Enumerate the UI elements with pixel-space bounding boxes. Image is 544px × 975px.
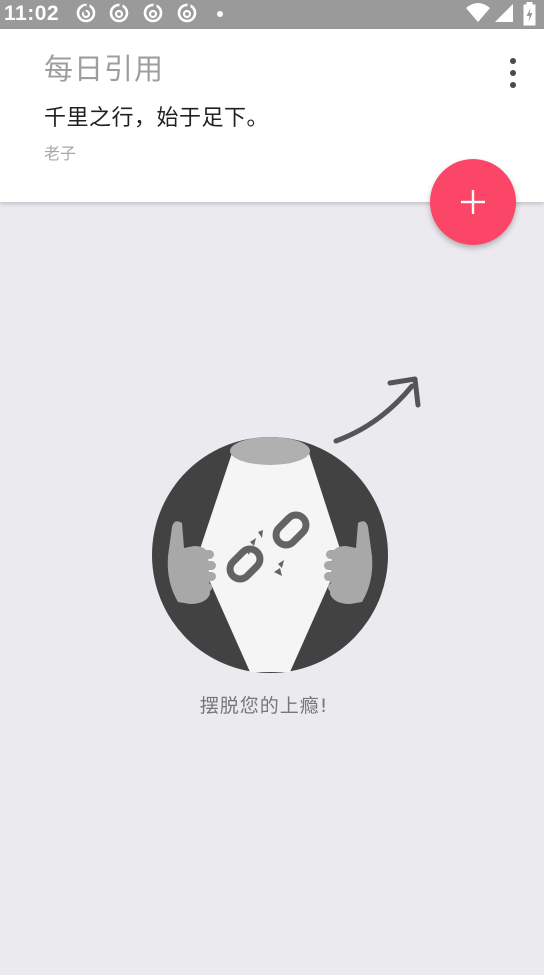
add-button[interactable]: [430, 159, 516, 245]
netease-music-icon: [143, 3, 163, 23]
quote-text: 千里之行，始于足下。: [44, 106, 270, 131]
screen: 11:02 每日引用 千里之行，始于足下。 老子 摆脱您的上瘾!: [0, 0, 544, 975]
page-title: 每日引用: [44, 52, 165, 86]
netease-music-icon: [76, 3, 96, 23]
arrow-icon: [333, 383, 415, 444]
battery-charging-icon: [523, 2, 536, 26]
netease-music-icon: [177, 3, 197, 23]
broken-chain-illustration: [152, 376, 421, 673]
netease-music-icon: [109, 3, 129, 23]
quote-author: 老子: [44, 144, 77, 163]
empty-state-message: 摆脱您的上瘾!: [199, 695, 329, 717]
status-bar: 11:02: [0, 0, 544, 29]
overflow-menu-button[interactable]: [498, 55, 528, 91]
more-notifications-dot-icon: [217, 11, 223, 17]
more-vert-icon: [510, 58, 516, 64]
signal-icon: [495, 4, 513, 22]
plus-icon: [461, 190, 485, 214]
wifi-icon: [466, 3, 490, 22]
status-time: 11:02: [4, 2, 60, 25]
